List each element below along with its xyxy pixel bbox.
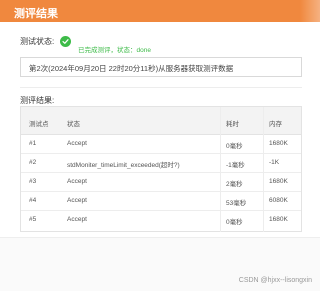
cell-time: -1毫秒 — [226, 162, 245, 169]
cell-time: 0毫秒 — [226, 143, 243, 150]
cell-point: #2 — [29, 159, 37, 166]
table-row: #2 stdMoniter_timeLimit_exceeded(超时?) -1… — [21, 153, 301, 173]
cell-time: 2毫秒 — [226, 181, 243, 188]
table-row: #3 Accept 2毫秒 1680K — [21, 172, 301, 192]
status-label: 测试状态: — [20, 37, 55, 46]
cell-point: #1 — [29, 140, 37, 147]
column-header-memory: 内存 — [269, 121, 282, 128]
info-box: 第2次(2024年09月20日 22时20分11秒)从服务器获取测评数据 — [20, 57, 302, 77]
cell-status: Accept — [67, 197, 87, 204]
cell-status: Accept — [67, 178, 87, 185]
column-header-time: 耗时 — [226, 121, 239, 128]
table-header: 测试点 状态 耗时 内存 — [21, 107, 301, 135]
table-row: #4 Accept 53毫秒 6080K — [21, 191, 301, 211]
table-row: #1 Accept 0毫秒 1680K — [21, 134, 301, 154]
cell-status: stdMoniter_timeLimit_exceeded(超时?) — [67, 162, 180, 169]
table-row: #5 Accept 0毫秒 1680K — [21, 210, 301, 229]
cell-memory: -1K — [269, 159, 280, 166]
cell-point: #4 — [29, 197, 37, 204]
watermark: CSDN @hjxx--lisongxin — [238, 277, 312, 284]
check-circle-icon — [60, 36, 71, 47]
cell-time: 0毫秒 — [226, 219, 243, 226]
header-fade — [300, 0, 320, 22]
column-header-status: 状态 — [67, 121, 80, 128]
cell-point: #5 — [29, 216, 37, 223]
status-text: 已完成测评，状态：done — [78, 47, 151, 54]
cell-memory: 1680K — [269, 140, 288, 147]
cell-memory: 6080K — [269, 197, 288, 204]
header-bar: 测评结果 — [0, 0, 320, 22]
cell-time: 53毫秒 — [226, 200, 247, 207]
column-header-point: 测试点 — [29, 121, 49, 128]
divider — [20, 87, 302, 88]
cell-point: #3 — [29, 178, 37, 185]
cell-status: Accept — [67, 140, 87, 147]
fetch-info-text: 第2次(2024年09月20日 22时20分11秒)从服务器获取测评数据 — [29, 64, 234, 73]
cell-status: Accept — [67, 216, 87, 223]
page-title: 测评结果 — [14, 8, 58, 20]
cell-memory: 1680K — [269, 178, 288, 185]
results-table: 测试点 状态 耗时 内存 #1 Accept 0毫秒 1680K #2 stdM… — [20, 106, 302, 232]
results-label: 测评结果: — [20, 96, 55, 105]
cell-memory: 1680K — [269, 216, 288, 223]
